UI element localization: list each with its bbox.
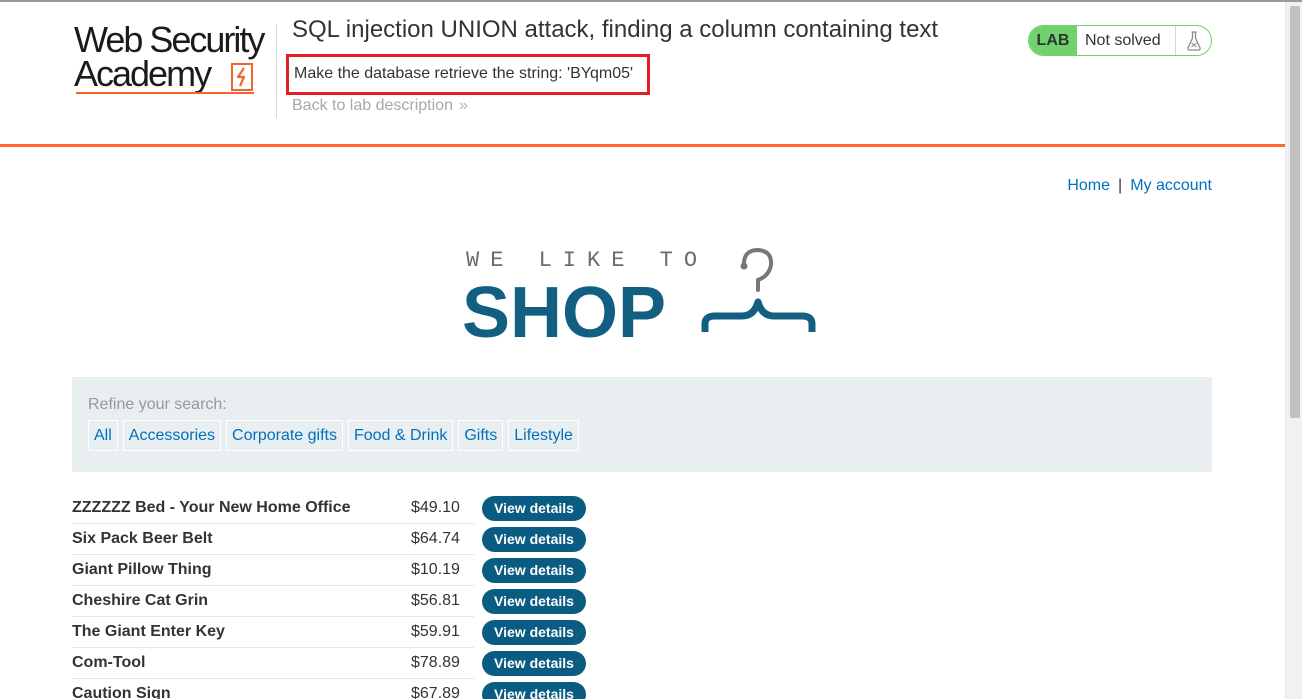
product-price: $78.89 [411,654,460,671]
product-name: Cheshire Cat Grin [72,592,209,609]
lab-title: SQL injection UNION attack, finding a co… [292,16,939,43]
view-details-button[interactable]: View details [482,496,586,521]
page-scrollbar[interactable] [1285,2,1302,699]
lab-goal-text: Make the database retrieve the string: '… [294,65,634,82]
logo-underline [76,92,254,94]
top-navigation: Home | My account [1067,177,1212,195]
view-details-button[interactable]: View details [482,651,586,676]
filter-all[interactable]: All [88,420,118,451]
product-price: $67.89 [411,685,460,699]
product-price: $10.19 [411,561,460,578]
back-to-lab-description-link[interactable]: Back to lab description » [292,97,468,115]
filter-panel: Refine your search: All Accessories Corp… [72,377,1212,472]
we-like-to-shop-logo: WE LIKE TO SHOP [462,247,816,344]
product-row: ZZZZZZ Bed - Your New Home Office $49.10… [72,493,586,524]
view-details-button[interactable]: View details [482,558,586,583]
product-row: Caution Sign $67.89 View details [72,679,586,699]
category-filters: All Accessories Corporate gifts Food & D… [88,420,579,451]
shop-logo-tagline: WE LIKE TO [466,248,708,273]
hanger-icon [701,247,816,332]
header-divider [276,24,277,118]
filter-lifestyle[interactable]: Lifestyle [508,420,579,451]
product-name: ZZZZZZ Bed - Your New Home Office [72,499,351,516]
product-name: The Giant Enter Key [72,623,225,640]
product-row: Six Pack Beer Belt $64.74 View details [72,524,586,555]
product-row: Com-Tool $78.89 View details [72,648,586,679]
window-top-border [0,0,1302,2]
product-row: Giant Pillow Thing $10.19 View details [72,555,586,586]
product-price: $56.81 [411,592,460,609]
flask-icon[interactable] [1175,26,1211,55]
product-name: Caution Sign [72,685,171,699]
filter-label: Refine your search: [88,396,227,413]
product-price: $64.74 [411,530,460,547]
view-details-button[interactable]: View details [482,527,586,552]
web-security-academy-logo[interactable]: Web Security Academy [74,22,274,98]
product-price: $59.91 [411,623,460,640]
lab-goal-highlight: Make the database retrieve the string: '… [286,54,650,95]
product-name: Com-Tool [72,654,146,671]
view-details-button[interactable]: View details [482,682,586,699]
filter-corporate-gifts[interactable]: Corporate gifts [226,420,343,451]
back-link-label: Back to lab description [292,97,453,114]
view-details-button[interactable]: View details [482,620,586,645]
header-accent-bar [0,144,1285,147]
my-account-link[interactable]: My account [1130,177,1212,194]
view-details-button[interactable]: View details [482,589,586,614]
product-table: ZZZZZZ Bed - Your New Home Office $49.10… [72,493,592,699]
shop-logo-word: SHOP [462,273,666,344]
product-price: $49.10 [411,499,460,516]
product-row: Cheshire Cat Grin $56.81 View details [72,586,586,617]
filter-accessories[interactable]: Accessories [122,420,222,451]
filter-food-and-drink[interactable]: Food & Drink [347,420,454,451]
lightning-bolt-icon [231,63,253,91]
product-row: The Giant Enter Key $59.91 View details [72,617,586,648]
home-link[interactable]: Home [1067,177,1110,194]
product-name: Giant Pillow Thing [72,561,212,578]
lab-status-widget: LAB Not solved [1028,25,1212,56]
nav-separator: | [1118,177,1123,194]
logo-line-2: Academy [74,53,212,94]
double-chevron-right-icon: » [458,97,468,114]
scrollbar-thumb[interactable] [1290,6,1300,418]
filter-gifts[interactable]: Gifts [458,420,504,451]
product-name: Six Pack Beer Belt [72,530,213,547]
lab-status-text: Not solved [1085,31,1161,49]
lab-badge: LAB [1029,26,1077,55]
